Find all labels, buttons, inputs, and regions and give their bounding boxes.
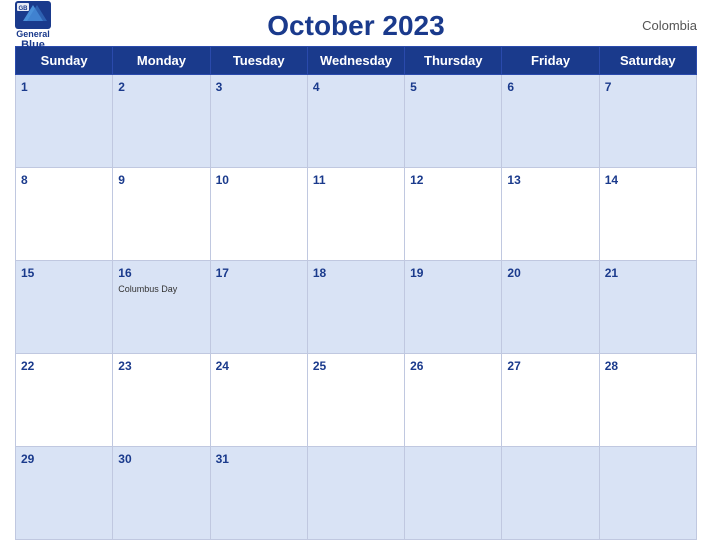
calendar-cell: 15 <box>16 261 113 354</box>
day-number: 14 <box>605 173 618 187</box>
calendar-cell: 24 <box>210 354 307 447</box>
calendar-cell: 11 <box>307 168 404 261</box>
day-number: 22 <box>21 359 34 373</box>
day-number: 7 <box>605 80 612 94</box>
day-number: 5 <box>410 80 417 94</box>
header-tuesday: Tuesday <box>210 47 307 75</box>
day-number: 21 <box>605 266 618 280</box>
day-number: 30 <box>118 452 131 466</box>
logo-general-text: General <box>16 30 50 40</box>
calendar-cell: 8 <box>16 168 113 261</box>
logo: GB General Blue <box>15 1 51 52</box>
day-number: 23 <box>118 359 131 373</box>
calendar-cell: 25 <box>307 354 404 447</box>
calendar-header: GB General Blue October 2023 Colombia <box>15 10 697 42</box>
calendar-cell: 14 <box>599 168 696 261</box>
calendar-cell <box>599 447 696 540</box>
day-number: 27 <box>507 359 520 373</box>
calendar-cell: 1 <box>16 75 113 168</box>
calendar-cell: 23 <box>113 354 210 447</box>
header-saturday: Saturday <box>599 47 696 75</box>
calendar-week-row: 8 9 10 11 12 13 14 <box>16 168 697 261</box>
calendar-cell: 4 <box>307 75 404 168</box>
day-number: 31 <box>216 452 229 466</box>
day-number: 15 <box>21 266 34 280</box>
calendar-cell <box>405 447 502 540</box>
day-number: 8 <box>21 173 28 187</box>
calendar-cell: 6 <box>502 75 599 168</box>
country-label: Colombia <box>642 18 697 33</box>
calendar-title: October 2023 <box>267 10 444 42</box>
calendar-cell: 3 <box>210 75 307 168</box>
calendar-cell: 2 <box>113 75 210 168</box>
calendar-cell <box>502 447 599 540</box>
weekday-header-row: Sunday Monday Tuesday Wednesday Thursday… <box>16 47 697 75</box>
calendar-cell: 20 <box>502 261 599 354</box>
calendar-week-row: 22 23 24 25 26 27 28 <box>16 354 697 447</box>
calendar-cell: 17 <box>210 261 307 354</box>
svg-text:GB: GB <box>19 6 29 12</box>
day-number: 2 <box>118 80 125 94</box>
calendar-cell: 12 <box>405 168 502 261</box>
calendar-week-row: 1 2 3 4 5 6 7 <box>16 75 697 168</box>
day-number: 26 <box>410 359 423 373</box>
day-number: 6 <box>507 80 514 94</box>
calendar-week-row: 29 30 31 <box>16 447 697 540</box>
calendar-cell <box>307 447 404 540</box>
calendar-cell: 21 <box>599 261 696 354</box>
day-number: 1 <box>21 80 28 94</box>
day-number: 10 <box>216 173 229 187</box>
calendar-cell: 7 <box>599 75 696 168</box>
calendar-cell: 26 <box>405 354 502 447</box>
day-number: 11 <box>313 173 326 187</box>
day-number: 3 <box>216 80 223 94</box>
day-number: 28 <box>605 359 618 373</box>
day-number: 12 <box>410 173 423 187</box>
calendar-cell: 13 <box>502 168 599 261</box>
day-number: 20 <box>507 266 520 280</box>
header-thursday: Thursday <box>405 47 502 75</box>
calendar-cell: 16 Columbus Day <box>113 261 210 354</box>
calendar-cell: 5 <box>405 75 502 168</box>
day-number: 29 <box>21 452 34 466</box>
day-number: 9 <box>118 173 125 187</box>
calendar-cell: 31 <box>210 447 307 540</box>
calendar-cell: 27 <box>502 354 599 447</box>
calendar-cell: 10 <box>210 168 307 261</box>
day-number: 17 <box>216 266 229 280</box>
day-number: 24 <box>216 359 229 373</box>
day-number: 16 <box>118 266 131 280</box>
calendar-table: Sunday Monday Tuesday Wednesday Thursday… <box>15 46 697 540</box>
calendar-cell: 30 <box>113 447 210 540</box>
calendar-cell: 9 <box>113 168 210 261</box>
calendar-cell: 22 <box>16 354 113 447</box>
day-number: 25 <box>313 359 326 373</box>
calendar-cell: 28 <box>599 354 696 447</box>
calendar-cell: 18 <box>307 261 404 354</box>
day-number: 19 <box>410 266 423 280</box>
calendar-cell: 19 <box>405 261 502 354</box>
day-number: 18 <box>313 266 326 280</box>
logo-blue-text: Blue <box>21 39 45 51</box>
event-label: Columbus Day <box>118 284 204 294</box>
day-number: 4 <box>313 80 320 94</box>
day-number: 13 <box>507 173 520 187</box>
calendar-cell: 29 <box>16 447 113 540</box>
header-friday: Friday <box>502 47 599 75</box>
calendar-week-row: 15 16 Columbus Day 17 18 19 20 21 <box>16 261 697 354</box>
header-monday: Monday <box>113 47 210 75</box>
header-wednesday: Wednesday <box>307 47 404 75</box>
